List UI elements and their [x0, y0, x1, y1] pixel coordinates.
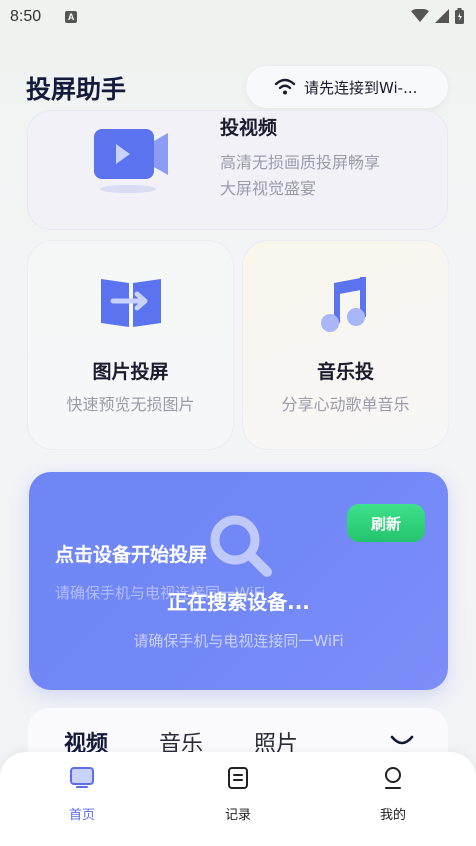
refresh-button[interactable]: 刷新 — [347, 504, 425, 542]
video-camera-icon — [94, 129, 170, 197]
signal-wifi-icon — [411, 9, 429, 22]
video-card-title: 投视频 — [220, 117, 278, 139]
cast-screen-icon — [42, 766, 122, 792]
searching-text: 正在搜索设备... — [167, 590, 310, 614]
app-title: 投屏助手 — [26, 75, 127, 104]
chevron-down-icon[interactable] — [390, 734, 414, 753]
record-icon — [198, 766, 278, 792]
nav-profile-label: 我的 — [379, 808, 406, 823]
nav-home-label: 首页 — [68, 808, 95, 823]
search-tip: 请确保手机与电视连接同一WiFi — [133, 632, 344, 650]
nav-records-label: 记录 — [224, 808, 251, 823]
photo-card-desc: 快速预览无损图片 — [66, 395, 195, 414]
photo-cast-card[interactable]: 图片投屏 快速预览无损图片 — [27, 240, 234, 450]
music-cast-card[interactable]: 音乐投 分享心动歌单音乐 — [242, 240, 449, 450]
nav-home[interactable]: 首页 — [42, 766, 122, 823]
device-search-card[interactable]: 点击设备开始投屏 请确保手机与电视连接同一WiFi 正在搜索设备... 请确保手… — [29, 472, 448, 690]
nav-profile[interactable]: 我的 — [353, 766, 433, 823]
wifi-connect-button[interactable]: 请先连接到Wi-... — [246, 66, 448, 108]
status-time: 8:50 — [10, 8, 42, 25]
notification-icon: A — [65, 11, 78, 23]
search-hint-title: 点击设备开始投屏 — [55, 544, 208, 566]
nav-records[interactable]: 记录 — [198, 766, 278, 823]
music-card-title: 音乐投 — [316, 361, 374, 383]
video-cast-card[interactable]: 投视频 高清无损画质投屏畅享 大屏视觉盛宴 — [27, 110, 448, 230]
video-card-line1: 高清无损画质投屏畅享 — [220, 153, 381, 172]
cell-signal-icon — [435, 9, 449, 23]
bottom-nav: 首页 记录 我的 — [0, 752, 476, 846]
video-card-line2: 大屏视觉盛宴 — [220, 179, 317, 198]
music-card-desc: 分享心动歌单音乐 — [281, 395, 410, 414]
profile-icon — [353, 766, 433, 792]
status-bar: 8:50 A — [0, 0, 476, 34]
photo-card-title: 图片投屏 — [92, 361, 169, 383]
battery-icon — [455, 8, 464, 24]
wifi-status-text: 请先连接到Wi-... — [304, 78, 418, 97]
wifi-icon — [274, 78, 296, 96]
music-note-icon — [243, 275, 448, 335]
status-icons — [411, 8, 464, 24]
magnifier-icon — [207, 512, 277, 586]
photo-cast-icon — [28, 275, 233, 331]
